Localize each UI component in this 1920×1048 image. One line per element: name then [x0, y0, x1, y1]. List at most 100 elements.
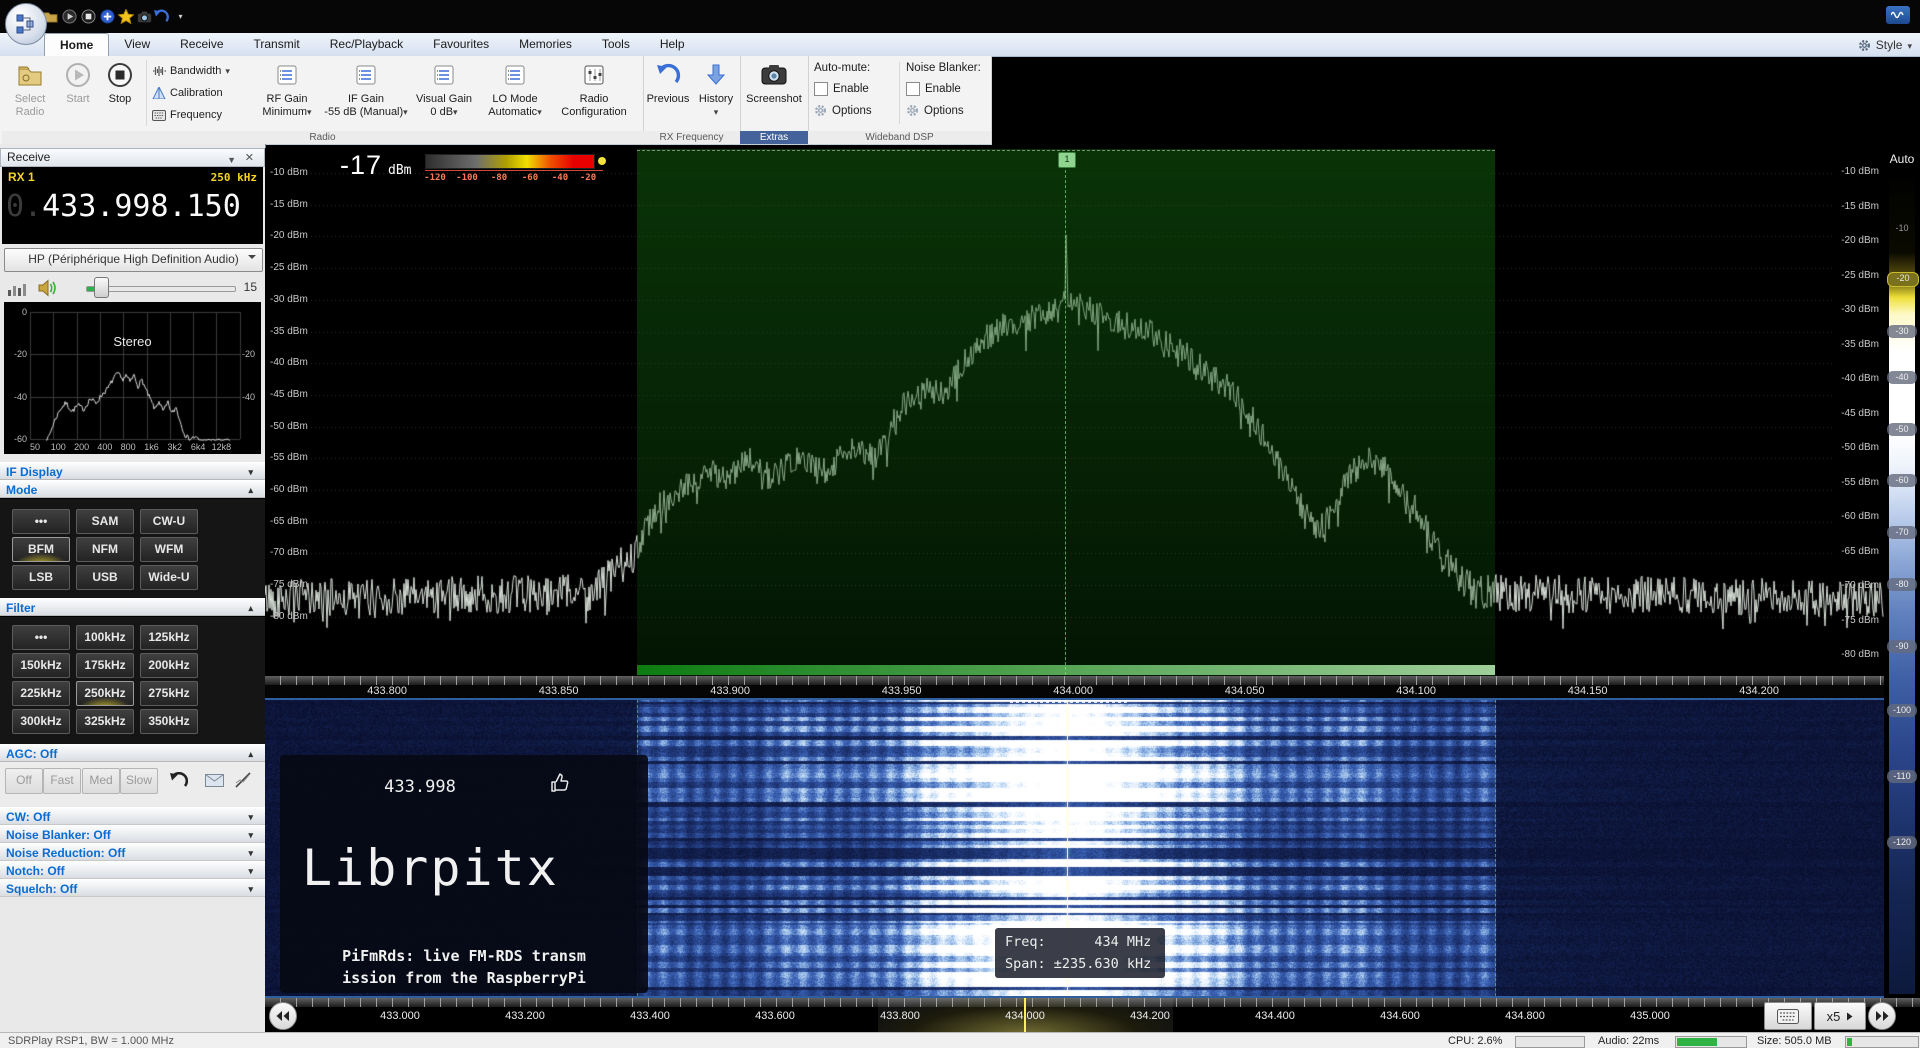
mode-button-lsb[interactable]: LSB: [12, 565, 70, 590]
undo-button[interactable]: [153, 8, 170, 25]
filter-button-150khz[interactable]: 150kHz: [12, 653, 70, 678]
section-squelch[interactable]: Squelch: Off▾: [0, 879, 265, 897]
filter-button-325khz[interactable]: 325kHz: [76, 709, 134, 734]
spectrum-frequency-scale[interactable]: 433.800433.850433.900433.950434.000434.0…: [265, 676, 1884, 698]
qat-more-button[interactable]: ▾: [172, 8, 189, 25]
stop-button[interactable]: [80, 8, 97, 25]
automute-options-button[interactable]: Options: [814, 104, 872, 117]
chevron-down-icon[interactable]: ▾: [248, 808, 253, 826]
mode-button-wfm[interactable]: WFM: [140, 537, 198, 562]
tab-rec-playback[interactable]: Rec/Playback: [315, 33, 418, 56]
tab-view[interactable]: View: [109, 33, 165, 56]
chevron-up-icon[interactable]: ▴: [248, 599, 253, 617]
bandwidth-button[interactable]: Bandwidth: [152, 61, 262, 81]
tab-favourites[interactable]: Favourites: [418, 33, 504, 56]
mode-button-bfm[interactable]: BFM: [12, 537, 70, 562]
section-mode[interactable]: Mode▴: [0, 480, 265, 498]
frequency-digits[interactable]: 0.433.998.150: [6, 189, 241, 224]
filter-passband-region[interactable]: [637, 149, 1495, 676]
filter-button-125khz[interactable]: 125kHz: [140, 625, 198, 650]
style-menu[interactable]: Style: [1858, 35, 1912, 55]
mode-button-cw-u[interactable]: CW-U: [140, 509, 198, 534]
band-navigator[interactable]: 433.000433.200433.400433.600433.800434.0…: [265, 998, 1920, 1032]
play-icon: [62, 9, 77, 24]
audio-device-select[interactable]: HP (Périphérique High Definition Audio): [4, 248, 263, 272]
colorbar-label: -80: [484, 173, 514, 183]
close-icon[interactable]: ✕: [245, 150, 254, 167]
group-label-rx-frequency: RX Frequency: [643, 131, 740, 144]
chevron-up-icon[interactable]: ▴: [248, 745, 253, 763]
chevron-down-icon[interactable]: ▾: [248, 862, 253, 880]
envelope-icon[interactable]: [205, 774, 224, 787]
section-noise-reduction[interactable]: Noise Reduction: Off▾: [0, 843, 265, 861]
chevron-down-icon[interactable]: ▾: [248, 844, 253, 862]
auto-scale-label[interactable]: Auto: [1884, 152, 1920, 166]
filter-button-225khz[interactable]: 225kHz: [12, 681, 70, 706]
filter-button-250khz[interactable]: 250kHz: [76, 681, 134, 706]
mode-button-usb[interactable]: USB: [76, 565, 134, 590]
scroll-left-button[interactable]: [269, 1002, 297, 1030]
left-axis-label: -60 dBm: [270, 484, 308, 495]
spectrum-display[interactable]: 1 -17dBm -120-100-80-60-40-20 -10 dBm-15…: [265, 148, 1884, 676]
stop-button-ribbon[interactable]: Stop: [100, 59, 140, 129]
application-menu-button[interactable]: [5, 3, 47, 45]
section-cw[interactable]: CW: Off▾: [0, 807, 265, 825]
mode-button-wide-u[interactable]: Wide-U: [140, 565, 198, 590]
agc-button-slow[interactable]: Slow: [120, 768, 158, 794]
filter-button-200khz[interactable]: 200kHz: [140, 653, 198, 678]
tuned-frequency-line[interactable]: [1065, 160, 1066, 675]
snapshot-button[interactable]: [136, 8, 153, 25]
mode-button-sam[interactable]: SAM: [76, 509, 134, 534]
section-agc[interactable]: AGC: Off▴: [0, 744, 265, 762]
keyboard-entry-button[interactable]: [1764, 1002, 1812, 1030]
filter-button-350khz[interactable]: 350kHz: [140, 709, 198, 734]
section-filter[interactable]: Filter▴: [0, 598, 265, 616]
frequency-lcd[interactable]: RX 1 250 kHz 0.433.998.150: [2, 167, 263, 244]
favourite-button[interactable]: [117, 8, 134, 25]
amplitude-colorbar[interactable]: Auto -10-20-30-40-50-60-70-80-90-100-110…: [1884, 148, 1920, 998]
filter-button-more[interactable]: •••: [12, 625, 70, 650]
filter-button-275khz[interactable]: 275kHz: [140, 681, 198, 706]
tab-home[interactable]: Home: [44, 33, 109, 56]
screenshot-button[interactable]: Screenshot: [744, 59, 804, 129]
speaker-icon[interactable]: [38, 279, 58, 297]
radio-configuration-button[interactable]: Radio Configuration: [551, 59, 637, 129]
play-button[interactable]: [61, 8, 78, 25]
mode-button-nfm[interactable]: NFM: [76, 537, 134, 562]
chevron-up-icon[interactable]: ▴: [248, 481, 253, 499]
chevron-down-icon[interactable]: ▾: [248, 826, 253, 844]
waterfall-display[interactable]: 433.998 Librpitx PiFmRds: live FM-RDS tr…: [265, 700, 1884, 996]
visual-gain-button[interactable]: Visual Gain 0 dB: [414, 59, 474, 129]
section-noise-blanker[interactable]: Noise Blanker: Off▾: [0, 825, 265, 843]
section-notch[interactable]: Notch: Off▾: [0, 861, 265, 879]
tab-tools[interactable]: Tools: [587, 33, 645, 56]
filter-button-100khz[interactable]: 100kHz: [76, 625, 134, 650]
chevron-down-icon[interactable]: ▾: [248, 880, 253, 898]
noise-blanker-options-button[interactable]: Options: [906, 104, 964, 117]
right-axis-label: -50 dBm: [1837, 442, 1879, 453]
add-button[interactable]: [99, 8, 116, 25]
receive-panel-header[interactable]: Receive ▼ ✕: [0, 148, 265, 167]
section-if-display[interactable]: IF Display▾: [0, 462, 265, 480]
filter-button-175khz[interactable]: 175kHz: [76, 653, 134, 678]
volume-slider-handle[interactable]: [94, 277, 109, 298]
zoom-factor-button[interactable]: x5: [1814, 1002, 1866, 1030]
mode-button-more[interactable]: •••: [12, 509, 70, 534]
group-label-extras: Extras: [740, 131, 808, 144]
undo-arrow-icon[interactable]: [168, 772, 188, 789]
agc-button-fast[interactable]: Fast: [43, 768, 81, 794]
tab-help[interactable]: Help: [645, 33, 700, 56]
rx-marker-flag[interactable]: 1: [1058, 152, 1076, 168]
agc-button-off[interactable]: Off: [5, 768, 43, 794]
agc-button-med[interactable]: Med: [82, 768, 120, 794]
tab-memories[interactable]: Memories: [504, 33, 587, 56]
automute-enable-checkbox[interactable]: Enable: [814, 82, 869, 96]
noise-blanker-enable-checkbox[interactable]: Enable: [906, 82, 961, 96]
scroll-right-button[interactable]: [1868, 1002, 1896, 1030]
chevron-down-icon[interactable]: ▾: [248, 463, 253, 481]
tab-receive[interactable]: Receive: [165, 33, 238, 56]
graph-pen-icon[interactable]: [235, 772, 251, 788]
tab-transmit[interactable]: Transmit: [239, 33, 315, 56]
left-axis-label: -15 dBm: [270, 199, 308, 210]
filter-button-300khz[interactable]: 300kHz: [12, 709, 70, 734]
